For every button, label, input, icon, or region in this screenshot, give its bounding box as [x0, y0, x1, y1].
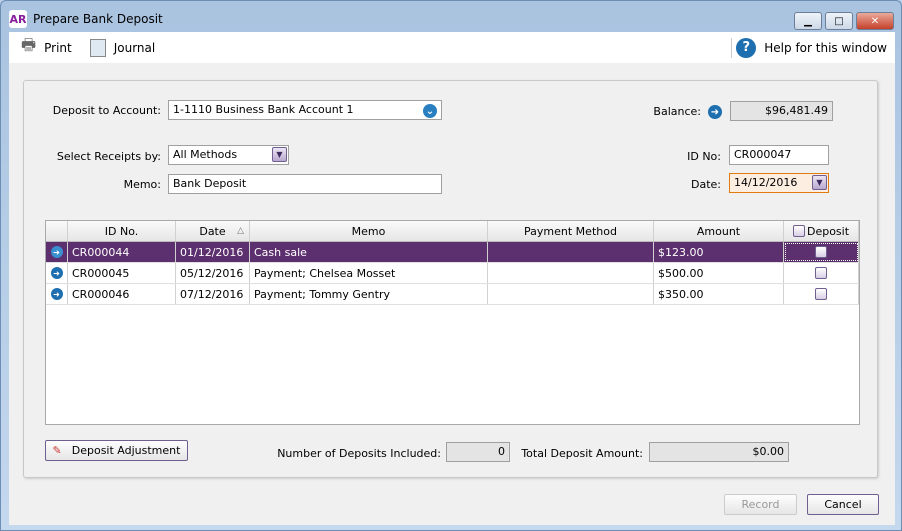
cell-id: CR000044 [68, 242, 176, 262]
cell-payment-method [488, 242, 654, 262]
chevron-down-icon[interactable]: ⌄ [423, 104, 437, 118]
window: AR Prepare Bank Deposit ▁ □ ✕ 🖶 Print Jou… [0, 0, 902, 531]
date-input[interactable]: 14/12/2016 ▼ [729, 173, 829, 193]
cell-payment-method [488, 263, 654, 283]
select-receipts-dropdown[interactable]: All Methods ▼ [168, 145, 289, 165]
select-all-checkbox[interactable] [792, 225, 805, 237]
cell-memo: Payment; Tommy Gentry [250, 284, 488, 304]
num-deposits-value: 0 [446, 442, 510, 462]
deposit-checkbox[interactable] [815, 288, 827, 300]
balance-value: $96,481.49 [730, 101, 833, 121]
title-bar: AR Prepare Bank Deposit [9, 8, 163, 30]
receipts-table: ID No. Date △ Memo Payment Method Amount … [45, 220, 860, 425]
chevron-down-icon[interactable]: ▼ [272, 147, 287, 162]
deposit-to-value: 1-1110 Business Bank Account 1 [173, 103, 354, 116]
app-logo-icon: AR [9, 10, 27, 28]
table-row[interactable]: ➜ CR000044 01/12/2016 Cash sale $123.00 [46, 242, 859, 263]
calendar-dropdown-icon[interactable]: ▼ [812, 175, 827, 190]
print-button[interactable]: 🖶 Print [21, 34, 72, 61]
cell-memo: Payment; Chelsea Mosset [250, 263, 488, 283]
deposit-checkbox[interactable] [815, 246, 827, 258]
num-deposits-label: Number of Deposits Included: [277, 447, 441, 460]
arrow-right-icon[interactable]: ➜ [50, 288, 63, 300]
cell-date: 05/12/2016 [176, 263, 250, 283]
id-no-input[interactable]: CR000047 [729, 145, 829, 165]
date-label: Date: [691, 178, 721, 191]
deposit-to-account-select[interactable]: 1-1110 Business Bank Account 1 ⌄ [168, 100, 442, 120]
help-icon: ? [736, 37, 757, 58]
col-deposit-label: Deposit [806, 224, 850, 238]
cell-id: CR000045 [68, 263, 176, 283]
cell-amount: $500.00 [654, 263, 784, 283]
help-label: Help for this window [764, 40, 887, 55]
close-button[interactable]: ✕ [856, 12, 894, 30]
col-memo[interactable]: Memo [250, 221, 488, 241]
total-deposit-value: $0.00 [649, 442, 789, 462]
table-row[interactable]: ➜ CR000045 05/12/2016 Payment; Chelsea M… [46, 263, 859, 284]
select-receipts-label: Select Receipts by: [56, 150, 161, 163]
col-date[interactable]: Date △ [176, 221, 250, 241]
cell-date: 01/12/2016 [176, 242, 250, 262]
table-header: ID No. Date △ Memo Payment Method Amount … [46, 221, 859, 242]
journal-label: Journal [113, 40, 156, 55]
sort-asc-icon: △ [237, 226, 244, 236]
cell-payment-method [488, 284, 654, 304]
col-payment-method[interactable]: Payment Method [488, 221, 654, 241]
maximize-button[interactable]: □ [825, 12, 853, 30]
date-value: 14/12/2016 [734, 176, 798, 189]
printer-icon: 🖶 [21, 35, 37, 54]
col-amount[interactable]: Amount [654, 221, 784, 241]
cell-amount: $123.00 [654, 242, 784, 262]
help-button[interactable]: ? Help for this window [731, 37, 887, 58]
journal-button[interactable]: Journal [89, 38, 156, 57]
deposit-adjustment-label: Deposit Adjustment [71, 444, 181, 457]
deposit-checkbox[interactable] [815, 267, 827, 279]
table-row[interactable]: ➜ CR000046 07/12/2016 Payment; Tommy Gen… [46, 284, 859, 305]
cell-id: CR000046 [68, 284, 176, 304]
journal-icon [89, 38, 106, 57]
memo-label: Memo: [123, 178, 161, 191]
deposit-to-label: Deposit to Account: [52, 104, 161, 117]
balance-label: Balance: [653, 105, 701, 118]
total-deposit-label: Total Deposit Amount: [521, 447, 643, 460]
col-id[interactable]: ID No. [68, 221, 176, 241]
cell-date: 07/12/2016 [176, 284, 250, 304]
deposit-adjustment-button[interactable]: ✎ Deposit Adjustment [45, 440, 188, 461]
cancel-button[interactable]: Cancel [807, 494, 879, 515]
pencil-icon: ✎ [52, 444, 62, 457]
record-button[interactable]: Record [724, 494, 797, 515]
window-title: Prepare Bank Deposit [33, 12, 163, 26]
arrow-right-icon[interactable]: ➜ [50, 246, 63, 258]
arrow-right-icon[interactable]: ➜ [708, 105, 722, 119]
memo-input[interactable]: Bank Deposit [168, 174, 442, 194]
select-receipts-value: All Methods [173, 148, 238, 161]
toolbar: 🖶 Print Journal ? Help for this window [9, 32, 895, 63]
print-label: Print [44, 40, 72, 55]
col-deposit[interactable]: Deposit [784, 221, 859, 241]
arrow-right-icon[interactable]: ➜ [50, 267, 63, 279]
minimize-button[interactable]: ▁ [794, 12, 822, 30]
id-no-label: ID No: [687, 150, 721, 163]
cell-memo: Cash sale [250, 242, 488, 262]
col-date-label: Date [199, 224, 226, 238]
cell-amount: $350.00 [654, 284, 784, 304]
